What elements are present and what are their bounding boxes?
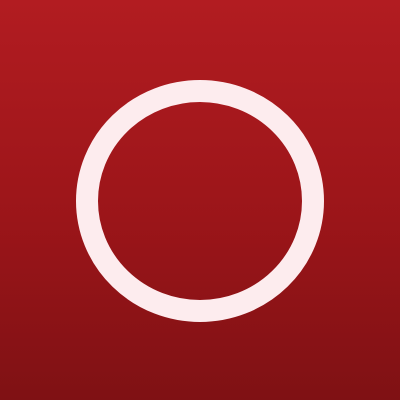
ring-icon <box>76 80 324 322</box>
ring-icon-stroke <box>76 80 324 322</box>
app-icon <box>0 0 400 400</box>
